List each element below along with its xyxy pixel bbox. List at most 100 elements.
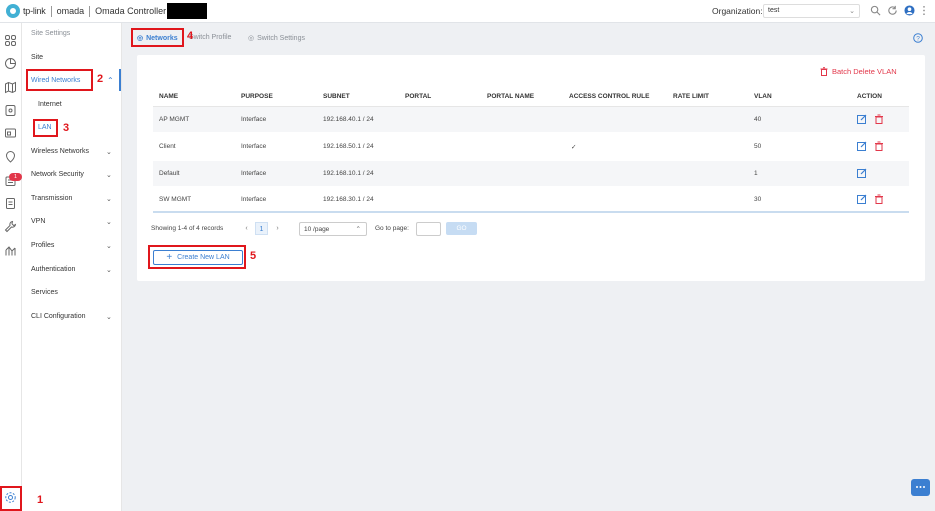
networks-card: Batch Delete VLAN NAME PURPOSE SUBNET PO… (137, 55, 925, 281)
edit-icon[interactable] (857, 114, 867, 124)
col-portal-name: PORTAL NAME (487, 93, 535, 100)
chevron-down-icon: ⌄ (106, 243, 112, 250)
chevron-down-icon: ⌄ (106, 196, 112, 203)
product-label: omada (56, 6, 85, 16)
annotation-box-2 (26, 69, 93, 91)
insights-icon[interactable] (4, 150, 17, 163)
statistics-icon[interactable] (4, 57, 17, 70)
cell-purpose: Interface (241, 170, 267, 177)
annotation-box-1 (0, 486, 22, 511)
reports-icon[interactable] (4, 197, 17, 210)
col-vlan: VLAN (754, 93, 772, 100)
top-bar: tp-link omada Omada Controller Organizat… (0, 0, 935, 23)
caret-up-icon: ⌃ (355, 226, 361, 233)
annotation-box-3 (33, 119, 58, 137)
go-button[interactable]: GO (446, 222, 477, 235)
network-tools-icon[interactable] (4, 244, 17, 257)
cell-name: SW MGMT (159, 196, 192, 203)
cell-name: Default (159, 170, 180, 177)
user-avatar-icon[interactable] (904, 5, 915, 16)
tp-link-logo-icon (6, 4, 20, 18)
page-number-button[interactable]: 1 (255, 222, 268, 235)
per-page-select[interactable]: 10 /page ⌃ (299, 222, 367, 236)
annotation-label-2: 2 (97, 73, 104, 85)
tab-bar: ◎ Networks Switch Profile ◎ Switch Setti… (122, 23, 935, 49)
batch-delete-vlan-button[interactable]: Batch Delete VLAN (820, 67, 897, 76)
col-portal: PORTAL (405, 93, 432, 100)
chat-icon (916, 486, 925, 488)
sidebar-item-network-security[interactable]: Network Security (31, 171, 84, 178)
delete-icon[interactable] (874, 194, 884, 204)
chevron-down-icon: ⌄ (106, 314, 112, 321)
chevron-down-icon: ⌄ (106, 172, 112, 179)
search-icon[interactable] (870, 5, 881, 16)
chevron-down-icon: ⌄ (106, 219, 112, 226)
table-row: Client Interface 192.168.50.1 / 24 ✓ 50 (153, 134, 909, 159)
table-row: AP MGMT Interface 192.168.40.1 / 24 40 (153, 107, 909, 132)
help-icon[interactable]: ? (913, 33, 923, 43)
sidebar-header: Site Settings (31, 30, 71, 37)
col-access-control-rule: ACCESS CONTROL RULE (569, 93, 650, 100)
more-vertical-icon[interactable] (922, 5, 926, 16)
controller-title: Omada Controller (95, 6, 167, 16)
cell-vlan: 50 (754, 143, 762, 150)
sidebar-item-site[interactable]: Site (31, 54, 43, 61)
switch-settings-icon: ◎ (248, 35, 255, 42)
batch-delete-label: Batch Delete VLAN (832, 67, 897, 76)
organization-value: test (768, 7, 780, 14)
tab-switch-settings[interactable]: ◎ Switch Settings (248, 34, 305, 43)
next-page-button[interactable]: › (271, 222, 284, 235)
refresh-icon[interactable] (887, 5, 898, 16)
tab-switch-settings-label: Switch Settings (257, 34, 305, 42)
clients-icon[interactable] (4, 127, 17, 140)
sidebar-item-transmission[interactable]: Transmission (31, 195, 72, 202)
dashboard-icon[interactable] (4, 34, 17, 47)
annotation-box-5 (148, 245, 246, 269)
cell-name: AP MGMT (159, 116, 190, 123)
devices-icon[interactable] (4, 104, 17, 117)
brand-label: tp-link (23, 6, 46, 16)
tools-icon[interactable] (4, 220, 17, 233)
cell-purpose: Interface (241, 116, 267, 123)
annotation-box-4 (131, 28, 184, 47)
chevron-down-icon: ⌄ (106, 267, 112, 274)
sidebar-item-authentication[interactable]: Authentication (31, 266, 75, 273)
sidebar-item-vpn[interactable]: VPN (31, 218, 45, 225)
sidebar-item-profiles[interactable]: Profiles (31, 242, 54, 249)
annotation-label-1: 1 (37, 494, 44, 506)
col-subnet: SUBNET (323, 93, 350, 100)
divider (50, 5, 52, 17)
cell-vlan: 1 (754, 170, 758, 177)
checkmark-icon: ✓ (571, 144, 577, 151)
map-icon[interactable] (4, 81, 17, 94)
sidebar-item-cli-configuration[interactable]: CLI Configuration (31, 313, 85, 320)
annotation-label-5: 5 (250, 250, 257, 262)
tab-switch-profile[interactable]: Switch Profile (189, 34, 231, 41)
prev-page-button[interactable]: ‹ (240, 222, 253, 235)
tp-link-logo: tp-link omada Omada Controller (6, 3, 208, 19)
per-page-value: 10 /page (304, 226, 330, 233)
records-summary: Showing 1-4 of 4 records (151, 225, 224, 232)
edit-icon[interactable] (857, 168, 867, 178)
redacted-block (167, 3, 208, 19)
delete-icon[interactable] (874, 141, 884, 151)
sidebar-item-internet[interactable]: Internet (38, 101, 62, 108)
chevron-down-icon: ⌄ (106, 149, 112, 156)
sidebar-item-services[interactable]: Services (31, 289, 58, 296)
table-header: NAME PURPOSE SUBNET PORTAL PORTAL NAME A… (153, 86, 909, 107)
chat-support-button[interactable] (911, 479, 930, 496)
goto-page-input[interactable] (416, 222, 441, 236)
cell-purpose: Interface (241, 196, 267, 203)
table-row: SW MGMT Interface 192.168.30.1 / 24 30 (153, 187, 909, 212)
edit-icon[interactable] (857, 194, 867, 204)
table-scrollbar[interactable] (153, 211, 909, 213)
sidebar-item-wireless-networks[interactable]: Wireless Networks (31, 148, 89, 155)
cell-vlan: 30 (754, 196, 762, 203)
trash-icon (820, 67, 828, 76)
edit-icon[interactable] (857, 141, 867, 151)
left-icon-nav: 1 (0, 23, 22, 511)
annotation-label-4: 4 (187, 30, 194, 42)
delete-icon[interactable] (874, 114, 884, 124)
organization-select[interactable]: test ⌄ (763, 4, 860, 18)
notification-badge: 1 (9, 173, 22, 181)
